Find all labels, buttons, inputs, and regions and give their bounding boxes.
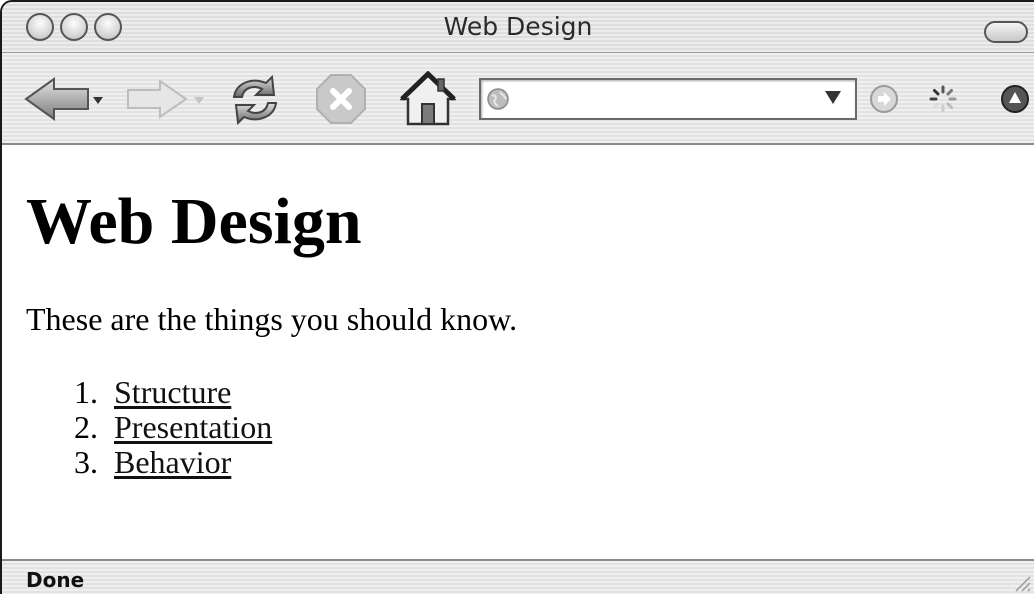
activity-icon [1001, 85, 1029, 113]
forward-history-dropdown[interactable] [194, 97, 204, 105]
home-icon [400, 71, 456, 126]
small-triangle-down-icon [93, 97, 103, 104]
go-button[interactable] [869, 84, 899, 114]
reload-button[interactable] [226, 73, 284, 127]
link-structure[interactable]: Structure [114, 374, 231, 410]
forward-button[interactable] [126, 79, 188, 119]
window-title: Web Design [443, 12, 593, 41]
status-text: Done [26, 568, 85, 592]
status-bar: Done [2, 559, 1034, 594]
small-triangle-down-icon [194, 97, 204, 104]
go-icon [870, 85, 898, 113]
link-behavior[interactable]: Behavior [114, 444, 231, 480]
page-viewport: Web Design These are the things you shou… [2, 147, 1034, 559]
loading-spinner-icon [929, 85, 957, 113]
page-intro-text: These are the things you should know. [26, 301, 518, 337]
browser-window: Web Design Web Design These are the thin… [0, 0, 1034, 594]
loading-spinner [928, 84, 958, 114]
list-item: 2. Presentation [74, 410, 272, 445]
globe-icon [487, 88, 509, 110]
list-number: 1. [74, 374, 98, 410]
title-bar[interactable]: Web Design [2, 2, 1034, 52]
topics-list: 1. Structure 2. Presentation 3. Behavior [74, 375, 272, 480]
reload-icon [232, 74, 278, 126]
toolbar-toggle-button[interactable] [984, 21, 1028, 43]
page-heading: Web Design [26, 185, 362, 258]
list-item: 3. Behavior [74, 445, 272, 480]
navigation-toolbar [2, 52, 1034, 145]
list-item: 1. Structure [74, 375, 272, 410]
back-button[interactable] [24, 77, 90, 121]
link-presentation[interactable]: Presentation [114, 409, 272, 445]
home-button[interactable] [400, 71, 456, 127]
list-number: 3. [74, 444, 98, 480]
list-number: 2. [74, 409, 98, 445]
stop-icon [316, 74, 366, 124]
activity-button[interactable] [1000, 84, 1030, 114]
resize-grip-icon[interactable] [1012, 573, 1032, 593]
address-bar[interactable] [479, 78, 857, 120]
stop-button[interactable] [316, 74, 366, 124]
back-arrow-icon [24, 77, 89, 121]
back-history-dropdown[interactable] [93, 97, 103, 105]
forward-arrow-icon [127, 79, 188, 119]
triangle-down-icon[interactable] [824, 89, 842, 105]
url-input[interactable] [515, 86, 815, 112]
